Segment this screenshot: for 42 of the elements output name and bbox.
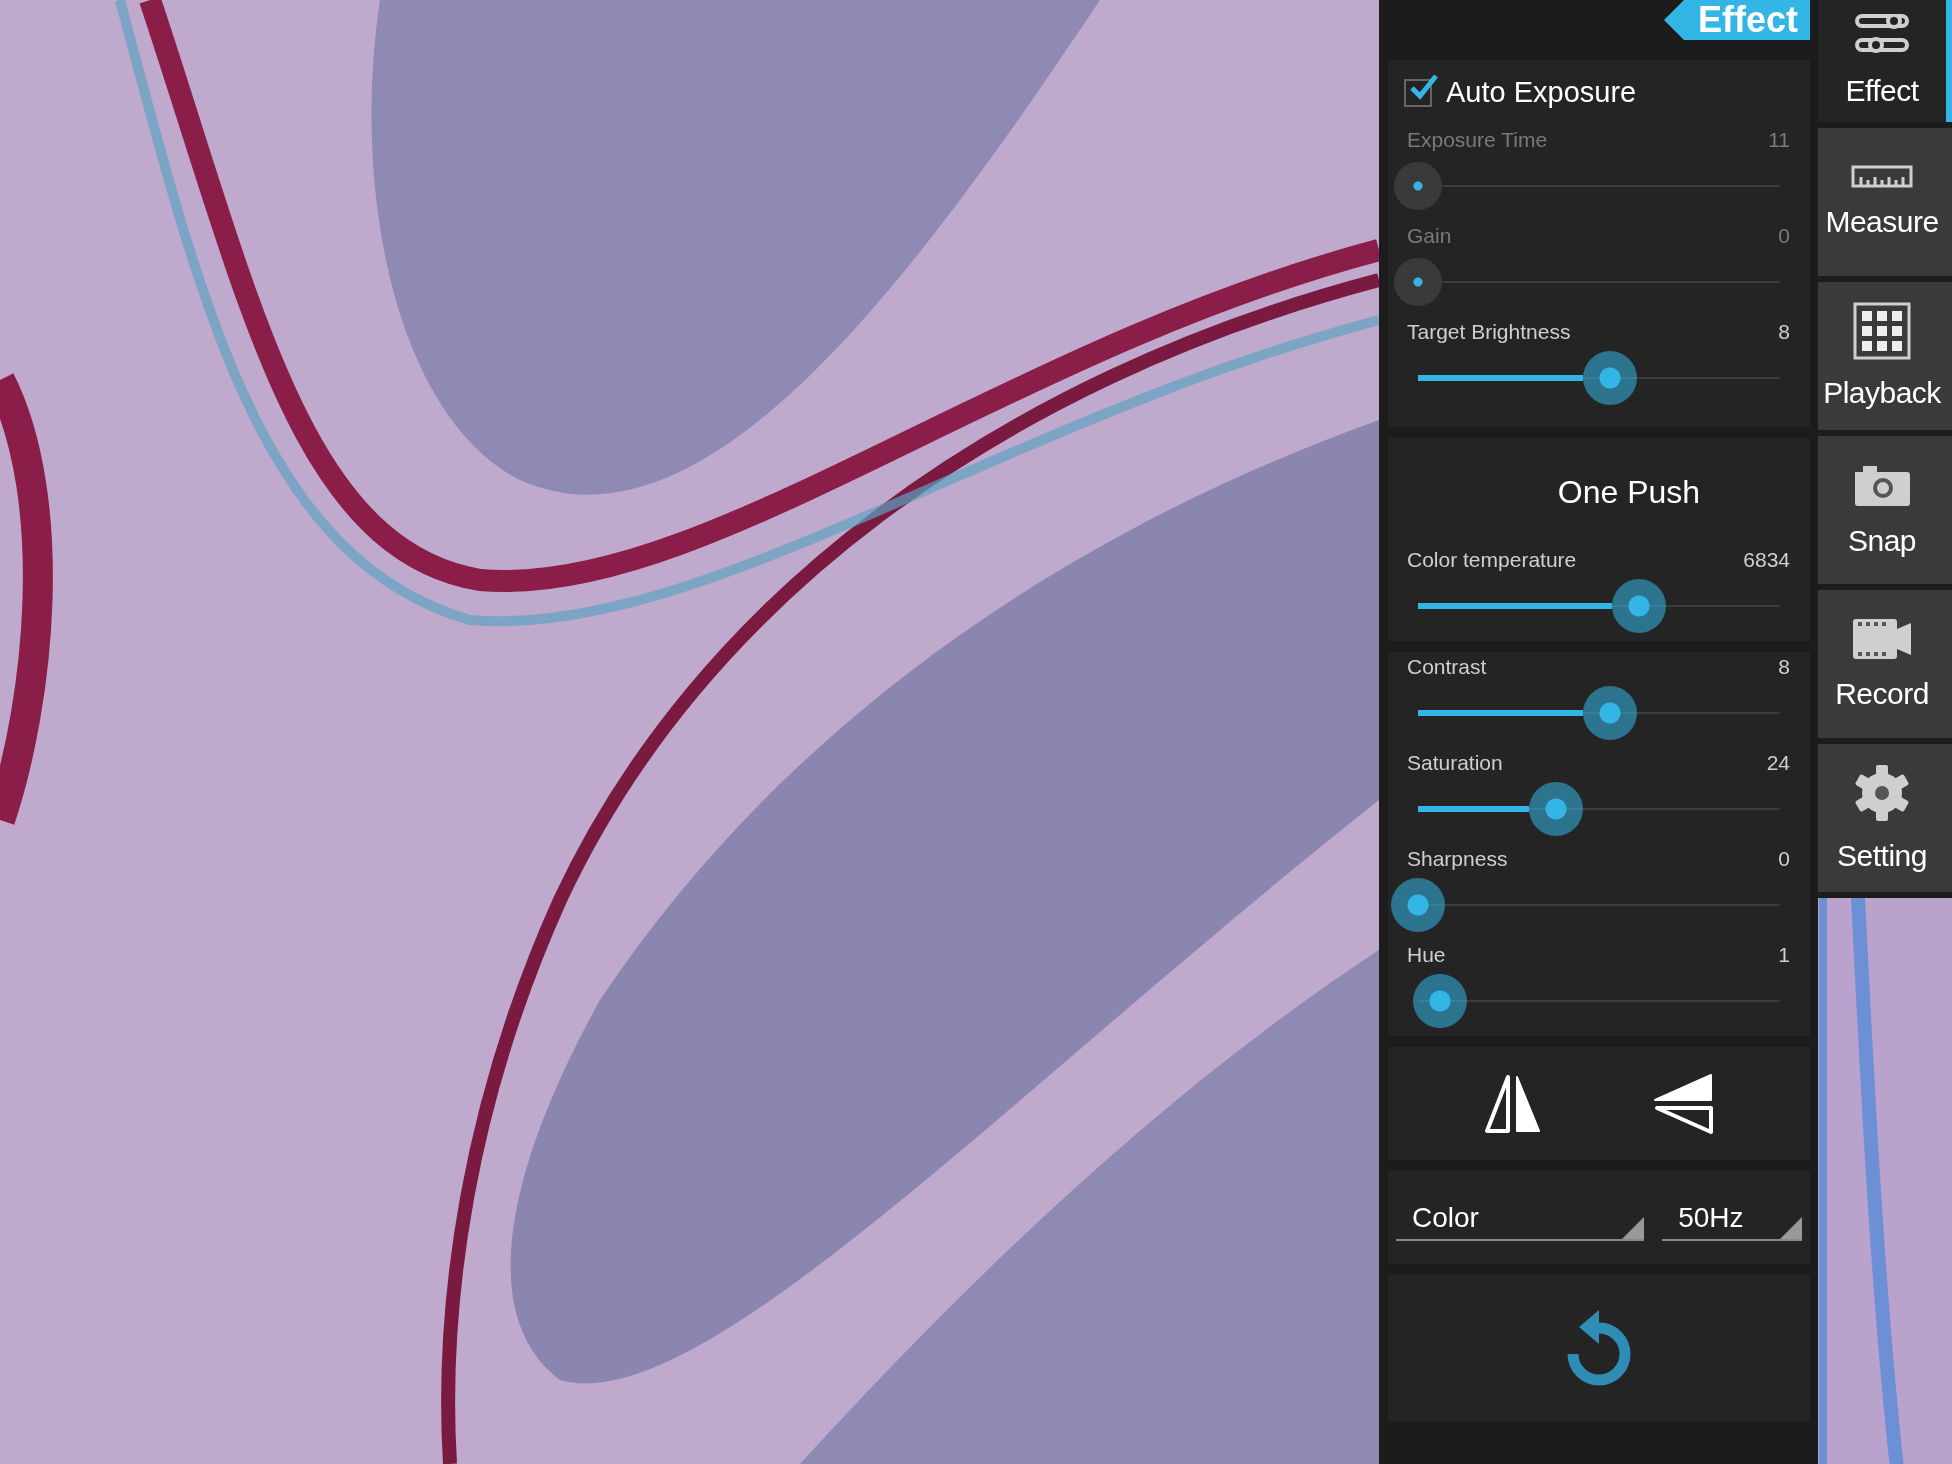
grid-icon: [1853, 302, 1911, 360]
slider-value: 8: [1778, 320, 1790, 344]
film-camera-icon: [1851, 617, 1913, 661]
dropdown-arrow-icon: [1622, 1216, 1645, 1239]
slider-value: 8: [1778, 655, 1790, 679]
flip-horizontal-button[interactable]: [1483, 1072, 1542, 1135]
sidebar-tab[interactable]: Playback: [1818, 282, 1952, 430]
slider-label: Gain: [1407, 224, 1452, 248]
panel-title: Effect: [1663, 0, 1810, 40]
slider-thumb[interactable]: [1412, 974, 1467, 1028]
slider-thumb[interactable]: [1611, 579, 1666, 633]
sidebar-tab[interactable]: Setting: [1818, 744, 1952, 892]
sidebar-tab[interactable]: Effect: [1818, 0, 1952, 122]
flip-vertical-icon: [1652, 1072, 1715, 1135]
slider-thumb[interactable]: [1528, 782, 1583, 836]
slider-thumb[interactable]: [1582, 351, 1637, 405]
slider-thumb[interactable]: [1391, 878, 1445, 932]
sidebar-tab[interactable]: Measure: [1818, 128, 1952, 276]
slider-label: Color temperature: [1407, 548, 1577, 572]
flip-vertical-button[interactable]: [1652, 1072, 1715, 1135]
one-push-button[interactable]: One Push: [1448, 438, 1810, 545]
slider-value: 1: [1778, 943, 1790, 967]
slider-label: Contrast: [1407, 655, 1487, 679]
sidebar-tab[interactable]: Record: [1818, 590, 1952, 738]
dropdown[interactable]: 50Hz: [1662, 1194, 1802, 1241]
slider-label: Saturation: [1407, 751, 1503, 775]
slider-value: 0: [1778, 847, 1790, 871]
sidebar-tab[interactable]: Snap: [1818, 436, 1952, 584]
slider-label: Sharpness: [1407, 847, 1508, 871]
slider-value: 24: [1766, 751, 1790, 775]
slider-thumb[interactable]: [1582, 686, 1637, 740]
dropdown[interactable]: Color: [1396, 1194, 1645, 1241]
slider-value: 0: [1778, 224, 1790, 248]
slider-label: Target Brightness: [1407, 320, 1571, 344]
slider-value: 6834: [1743, 548, 1790, 572]
slider-label: Exposure Time: [1407, 128, 1548, 152]
slider-value: 11: [1768, 128, 1790, 152]
flip-horizontal-icon: [1483, 1072, 1542, 1135]
dropdown-arrow-icon: [1780, 1216, 1802, 1239]
ruler-icon: [1851, 165, 1913, 189]
slider-label: Hue: [1407, 943, 1446, 967]
auto-exposure-checkbox[interactable]: Auto Exposure: [1388, 60, 1810, 125]
